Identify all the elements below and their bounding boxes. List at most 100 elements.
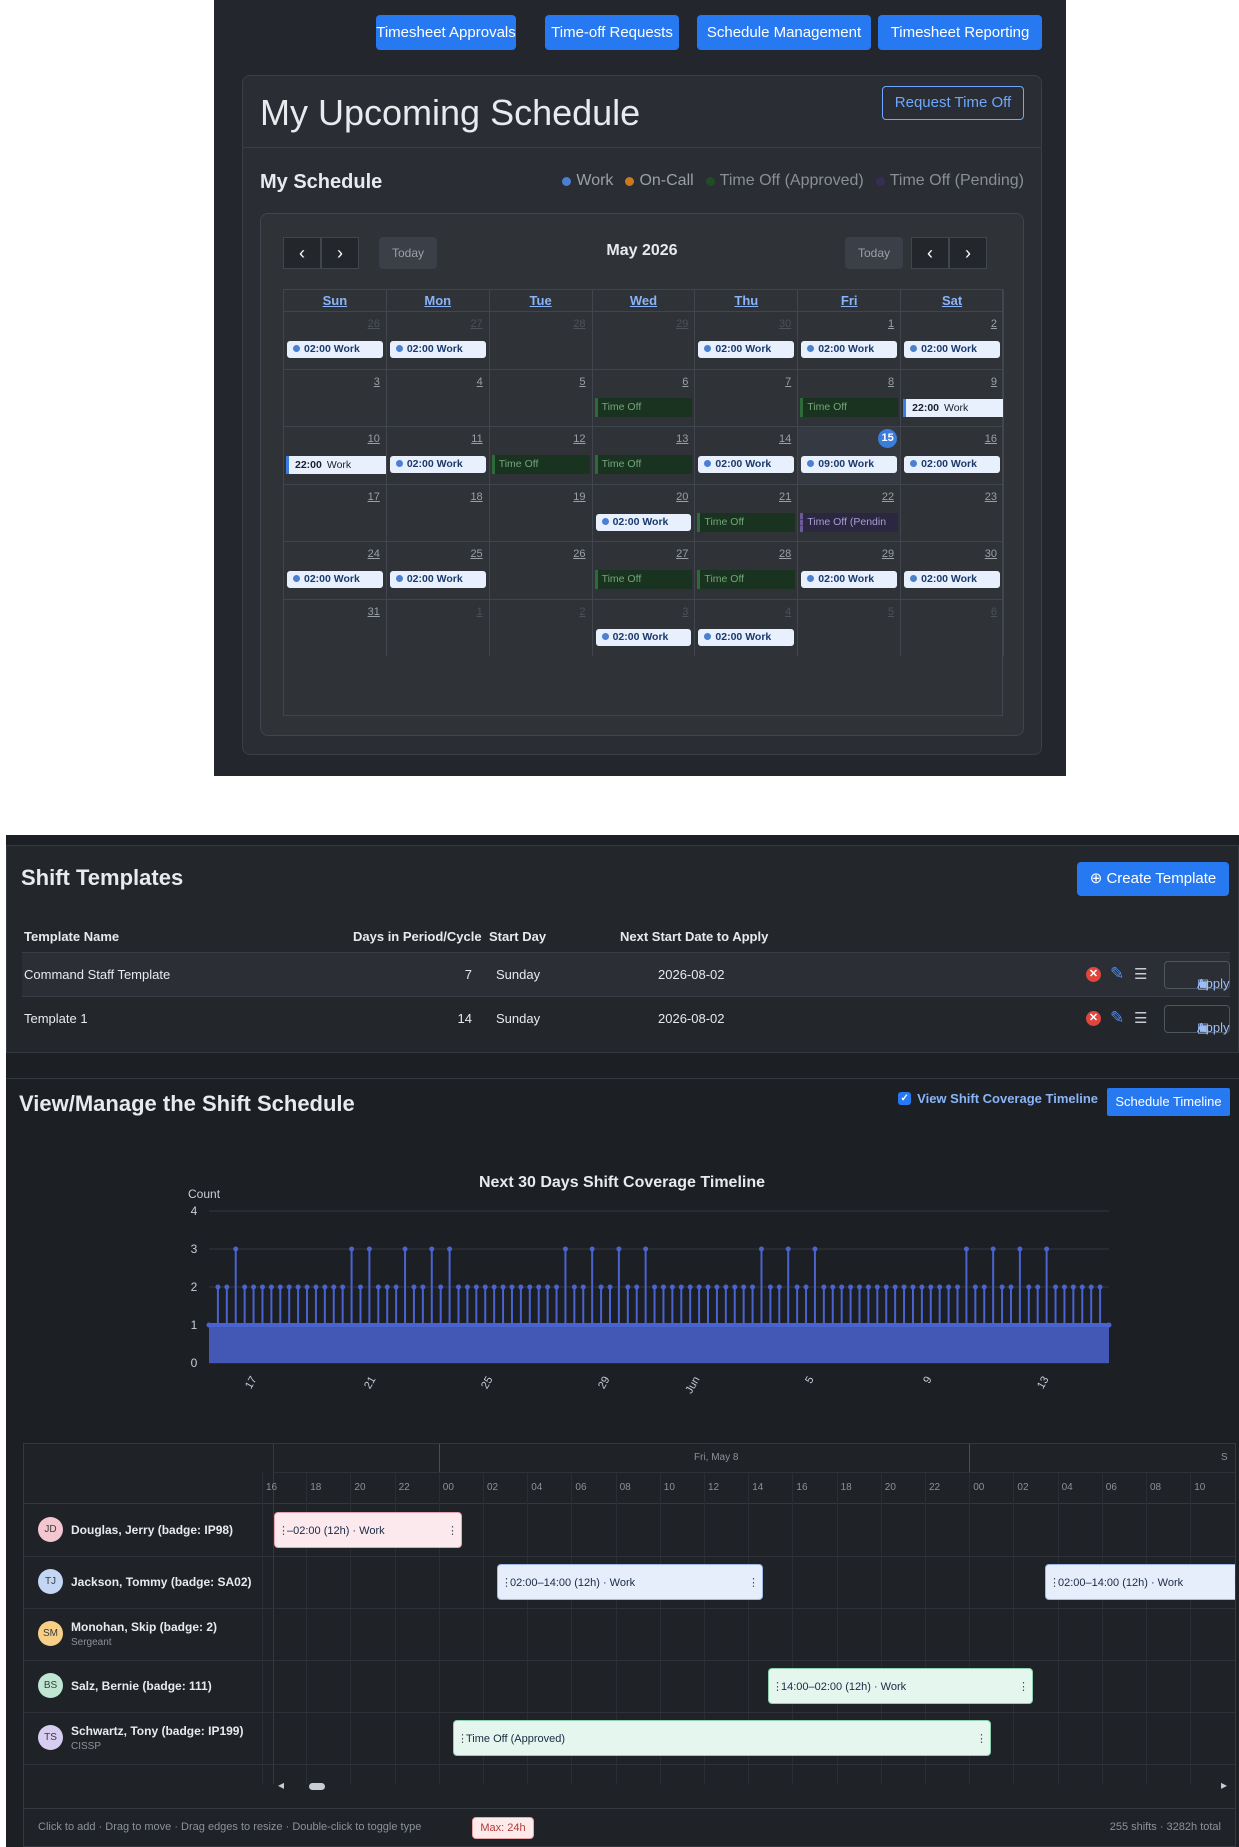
work-event[interactable]: 02:00 Work [698, 456, 795, 473]
day-number[interactable]: 23 [985, 491, 997, 503]
calendar-day[interactable]: 14 02:00 Work [695, 426, 799, 484]
calendar-day[interactable]: 21 Time Off [695, 483, 799, 541]
calendar-day[interactable]: 2 [489, 598, 593, 656]
calendar-day[interactable]: 27 02:00 Work [386, 311, 490, 369]
grip-right-icon[interactable]: ⋮ [976, 1721, 987, 1755]
calendar-day[interactable]: 19 [489, 483, 593, 541]
calendar-day[interactable]: 2 02:00 Work [901, 311, 1004, 369]
work-event[interactable]: 02:00 Work [698, 341, 795, 358]
day-number[interactable]: 1 [477, 606, 483, 618]
work-event[interactable]: 02:00 Work [389, 456, 486, 473]
grip-left-icon[interactable]: ⋮ [772, 1669, 783, 1703]
calendar-day[interactable]: 6 [901, 598, 1004, 656]
calendar-day[interactable]: 26 02:00 Work [284, 311, 387, 369]
work-event[interactable]: 02:00 Work [595, 628, 692, 646]
time-off-event[interactable]: Time Off [697, 570, 796, 589]
calendar-day[interactable]: 9 22:00 Work [901, 368, 1004, 426]
calendar-day[interactable]: 5 [489, 368, 593, 426]
work-event[interactable]: 02:00 Work [801, 571, 898, 588]
day-number[interactable]: 29 [676, 318, 688, 330]
day-number[interactable]: 8 [888, 376, 894, 388]
day-number[interactable]: 26 [573, 548, 585, 560]
schedule-management-button[interactable]: Schedule Management [697, 15, 871, 50]
day-number[interactable]: 27 [676, 548, 688, 560]
calendar-day[interactable]: 6 Time Off [592, 368, 696, 426]
day-number[interactable]: 4 [785, 606, 791, 618]
weekday-header[interactable]: Sun [284, 290, 387, 311]
work-event[interactable]: 02:00 Work [595, 513, 692, 531]
work-event[interactable]: 02:00 Work [904, 456, 1000, 473]
time-off-event[interactable]: Time Off [594, 397, 693, 417]
weekday-header[interactable]: Sat [901, 290, 1004, 311]
grip-right-icon[interactable]: ⋮ [748, 1565, 759, 1599]
day-number[interactable]: 12 [573, 433, 585, 445]
day-number[interactable]: 26 [368, 318, 380, 330]
calendar-day[interactable]: 23 [901, 483, 1004, 541]
shift-bar[interactable]: ⋮ –02:00 (12h) · Work ⋮ [274, 1512, 462, 1548]
apply-button[interactable]: ▣ Apply [1164, 961, 1230, 991]
calendar-day[interactable]: 28 [489, 311, 593, 369]
calendar-day[interactable]: 15 09:00 Work [798, 426, 902, 484]
grip-left-icon[interactable]: ⋮ [278, 1513, 289, 1547]
edit-icon[interactable]: ✎ [1110, 1008, 1124, 1028]
calendar-day[interactable]: 1 02:00 Work [798, 311, 902, 369]
day-number[interactable]: 5 [888, 606, 894, 618]
day-number[interactable]: 21 [779, 491, 791, 503]
calendar-day[interactable]: 4 02:00 Work [695, 598, 799, 656]
calendar-day[interactable]: 18 [386, 483, 490, 541]
time-off-event[interactable]: Time Off [594, 455, 693, 474]
scroll-left-icon[interactable]: ◂ [278, 1778, 284, 1792]
day-number[interactable]: 3 [374, 376, 380, 388]
delete-icon[interactable]: ✕ [1086, 1011, 1101, 1026]
work-event[interactable]: 02:00 Work [801, 341, 898, 358]
calendar-day[interactable]: 17 [284, 483, 387, 541]
calendar-day[interactable]: 26 [489, 541, 593, 599]
timesheet-approvals-button[interactable]: Timesheet Approvals [376, 15, 516, 50]
day-number[interactable]: 18 [470, 491, 482, 503]
work-event[interactable]: 02:00 Work [904, 341, 1000, 358]
day-number[interactable]: 28 [573, 318, 585, 330]
day-number[interactable]: 5 [579, 376, 585, 388]
next-month-button-right[interactable]: › [949, 237, 987, 269]
calendar-day[interactable]: 4 [386, 368, 490, 426]
timeline-icon[interactable]: ☰ [1134, 1009, 1147, 1027]
scroll-right-icon[interactable]: ▸ [1221, 1778, 1227, 1792]
grip-left-icon[interactable]: ⋮ [1049, 1565, 1060, 1599]
day-number[interactable]: 27 [470, 318, 482, 330]
day-number[interactable]: 28 [779, 548, 791, 560]
calendar-day[interactable]: 25 02:00 Work [386, 541, 490, 599]
calendar-day[interactable]: 22 Time Off (Pendin [798, 483, 902, 541]
calendar-day[interactable]: 24 02:00 Work [284, 541, 387, 599]
day-number[interactable]: 3 [682, 606, 688, 618]
day-number[interactable]: 9 [991, 376, 997, 388]
calendar-day[interactable]: 27 Time Off [592, 541, 696, 599]
calendar-day[interactable]: 3 02:00 Work [592, 598, 696, 656]
day-number[interactable]: 6 [991, 606, 997, 618]
day-number[interactable]: 6 [682, 376, 688, 388]
time-off-event[interactable]: Time Off [800, 397, 899, 417]
day-number[interactable]: 20 [676, 491, 688, 503]
work-event[interactable]: 02:00 Work [287, 341, 383, 358]
day-number[interactable]: 2 [579, 606, 585, 618]
work-event[interactable]: 02:00 Work [389, 341, 486, 358]
weekday-header[interactable]: Tue [490, 290, 593, 311]
day-number[interactable]: 16 [985, 433, 997, 445]
timeline-icon[interactable]: ☰ [1134, 965, 1147, 983]
calendar-day[interactable]: 20 02:00 Work [592, 483, 696, 541]
day-number[interactable]: 19 [573, 491, 585, 503]
weekday-header[interactable]: Wed [593, 290, 696, 311]
time-off-pending-event[interactable]: Time Off (Pendin [800, 512, 899, 532]
edit-icon[interactable]: ✎ [1110, 964, 1124, 984]
work-event[interactable]: 02:00 Work [904, 571, 1000, 588]
calendar-day[interactable]: 16 02:00 Work [901, 426, 1004, 484]
calendar-day[interactable]: 29 02:00 Work [798, 541, 902, 599]
work-event[interactable]: 02:00 Work [389, 571, 486, 588]
time-off-bar[interactable]: ⋮ Time Off (Approved) ⋮ [453, 1720, 991, 1756]
time-off-event[interactable]: Time Off [491, 455, 590, 474]
calendar-day[interactable]: 13 Time Off [592, 426, 696, 484]
grip-right-icon[interactable]: ⋮ [1230, 1565, 1235, 1599]
day-number[interactable]: 29 [882, 548, 894, 560]
calendar-day[interactable]: 7 [695, 368, 799, 426]
time-off-event[interactable]: Time Off [594, 570, 693, 589]
day-number[interactable]: 22 [882, 491, 894, 503]
